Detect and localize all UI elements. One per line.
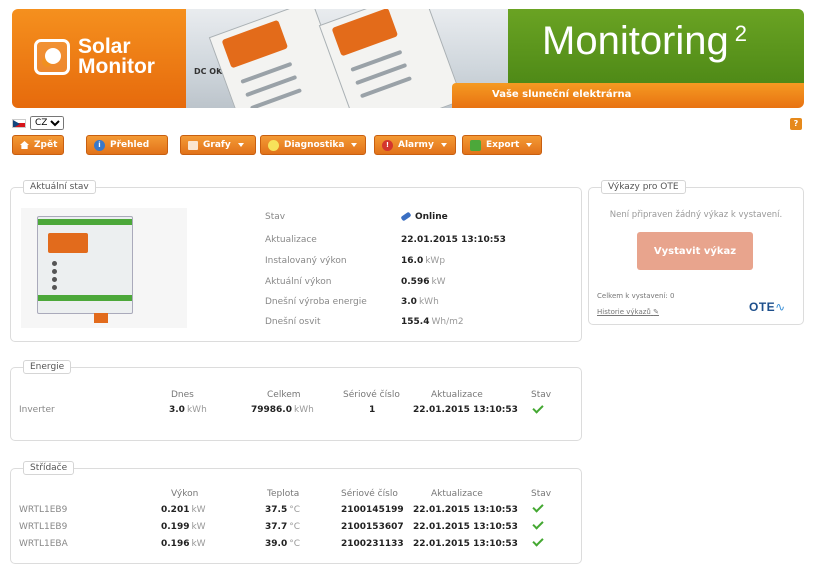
language-select[interactable]: CZ — [30, 116, 64, 130]
ok-check-icon — [533, 503, 543, 511]
energy-total: 79986.0 kWh — [251, 405, 314, 415]
column-header: Sériové číslo — [341, 489, 398, 499]
energy-today: 3.0 kWh — [169, 405, 207, 415]
sun-logo-icon — [34, 39, 70, 75]
issue-report-button[interactable]: Vystavit výkaz — [637, 232, 753, 270]
ote-logo: OTE∿ — [749, 300, 786, 314]
info-icon: i — [94, 139, 105, 151]
column-header: Stav — [531, 489, 552, 499]
ote-total: Celkem k vystavení: 0 — [597, 292, 675, 300]
chevron-down-icon — [237, 143, 244, 147]
ote-reports-panel: Výkazy pro OTE Není připraven žádný výka… — [588, 180, 804, 325]
panel-title: Energie — [23, 360, 72, 374]
home-icon — [20, 141, 29, 149]
device-image — [21, 208, 187, 328]
charts-dropdown[interactable]: Grafy — [180, 135, 256, 155]
overview-button[interactable]: i Přehled — [86, 135, 168, 155]
update-time: 22.01.2015 13:10:53 — [413, 405, 518, 415]
help-button[interactable]: ? — [790, 118, 802, 130]
ote-message: Není připraven žádný výkaz k vystavení. — [609, 210, 783, 220]
alarms-dropdown[interactable]: ! Alarmy — [374, 135, 456, 155]
diagnostics-dropdown[interactable]: Diagnostika — [260, 135, 366, 155]
chart-icon — [188, 140, 198, 150]
page-header: Solar Monitor DC OK Monitoring 2 Vaše slu… — [12, 9, 804, 108]
logo-text: Solar Monitor — [78, 35, 155, 78]
product-title: Monitoring 2 — [542, 19, 748, 63]
chevron-down-icon — [351, 143, 358, 147]
serial-number: 1 — [369, 405, 376, 415]
column-header: Stav — [531, 390, 552, 400]
inverters-panel: Střídače Výkon Teplota Sériové číslo Akt… — [10, 461, 582, 564]
solarmonitor-logo[interactable]: Solar Monitor — [12, 9, 186, 108]
column-header: Celkem — [267, 390, 301, 400]
photo-dc-ok-label: DC OK — [194, 67, 223, 76]
logo-line-1: Solar — [78, 35, 131, 58]
product-version: 2 — [734, 21, 748, 46]
tagline: Vaše sluneční elektrárna — [492, 89, 632, 100]
language-switcher: CZ — [12, 116, 64, 130]
edit-icon: ✎ — [653, 308, 659, 316]
ok-check-icon — [533, 537, 543, 545]
status-label: Stav — [265, 212, 286, 222]
table-row-name: Inverter — [19, 405, 55, 415]
column-header: Aktualizace — [431, 390, 483, 400]
panel-title: Výkazy pro OTE — [601, 180, 686, 194]
current-status-panel: Aktuální stav Stav Online Aktualizace 22… — [10, 180, 582, 342]
report-history-link[interactable]: Historie výkazů ✎ — [597, 308, 659, 316]
panel-title: Aktuální stav — [23, 180, 96, 194]
column-header: Aktualizace — [431, 489, 483, 499]
plug-icon — [400, 211, 412, 222]
column-header: Dnes — [171, 390, 194, 400]
ok-check-icon — [533, 404, 543, 412]
back-button[interactable]: Zpět — [12, 135, 64, 155]
column-header: Výkon — [171, 489, 199, 499]
czech-flag-icon — [12, 118, 26, 128]
export-dropdown[interactable]: Export — [462, 135, 542, 155]
panel-title: Střídače — [23, 461, 75, 475]
alarm-icon: ! — [382, 139, 393, 151]
logo-line-2: Monitor — [78, 55, 155, 78]
chevron-down-icon — [440, 143, 447, 147]
ok-check-icon — [533, 520, 543, 528]
tagline-bar: Vaše sluneční elektrárna — [452, 83, 804, 108]
status-value: Online — [400, 211, 448, 222]
export-icon — [470, 139, 481, 151]
monitoring-banner: Monitoring 2 — [508, 9, 804, 83]
column-header: Sériové číslo — [343, 390, 400, 400]
energy-panel: Energie Dnes Celkem Sériové číslo Aktual… — [10, 360, 582, 441]
chevron-down-icon — [526, 143, 533, 147]
column-header: Teplota — [267, 489, 300, 499]
bulb-icon — [268, 139, 279, 151]
